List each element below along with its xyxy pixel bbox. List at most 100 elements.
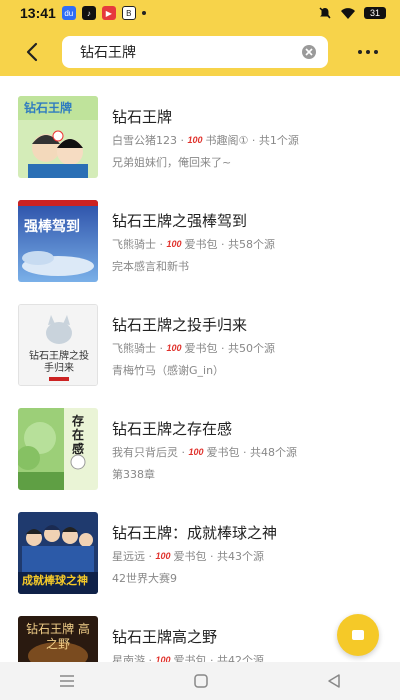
latest-chapter: 完本感言和新书 [112,260,189,273]
book-cover[interactable]: 钻石王牌 [18,96,98,178]
cover-title: 成就棒球之神 [22,574,88,587]
notification-dot-icon [141,11,146,15]
baidu-app-icon: du [61,6,76,20]
latest-chapter: 青梅竹马（感谢G_in） [112,364,225,377]
close-icon [305,48,313,56]
meta-separator: · [239,445,250,459]
list-item[interactable]: 强棒驾到 钻石王牌之强棒驾到 飞熊骑士 · 100 爱书包 · 共58个源 完本… [0,180,400,284]
bilibili-app-icon: B [121,6,136,20]
book-meta: 我有只背后灵 · 100 爱书包 · 共48个源 [112,444,297,460]
latest-chapter: 兄弟姐妹们，俺回来了~ [112,156,232,169]
app-header: 13:41 du ♪ ▶ B 31 [0,0,400,76]
search-box [62,36,328,68]
sky-cover-icon [18,200,98,282]
source-icon: 100 [188,446,204,457]
meta-separator: · [177,133,188,147]
status-bar: 13:41 du ♪ ▶ B 31 [0,0,400,26]
battery-level: 31 [369,8,380,18]
search-input[interactable] [80,44,302,60]
more-dot-icon [374,50,378,54]
source-count: 共42个源 [217,654,264,662]
source-icon: 100 [166,342,182,353]
book-cover[interactable]: 成就棒球之神 [18,512,98,594]
source-count: 共1个源 [258,134,299,147]
status-time: 13:41 [20,5,56,21]
book-cover[interactable]: 强棒驾到 [18,200,98,282]
mute-icon [319,7,331,19]
book-title: 钻石王牌 [112,108,173,126]
book-meta: 星南游 · 100 爱书包 · 共42个源 [112,652,264,663]
book-author: 飞熊骑士 [112,342,156,355]
menu-icon[interactable] [58,674,76,688]
cover-title: 钻石王牌 高之野 [26,622,90,651]
list-item[interactable]: 钻石王牌之投手归来 钻石王牌之投手归来 飞熊骑士 · 100 爱书包 · 共50… [0,284,400,388]
latest-chapter: 第338章 [112,468,155,481]
book-title: 钻石王牌之存在感 [112,420,233,438]
meta-separator: · [248,133,259,147]
meta-separator: · [178,445,189,459]
cover-title: 钻石王牌 [24,101,73,115]
source-icon: 100 [155,654,171,663]
book-source: 爱书包 [173,654,207,662]
clear-search-button[interactable] [302,45,316,59]
book-cover[interactable]: 钻石王牌之投手归来 [18,304,98,386]
book-title: 钻石王牌：成就棒球之神 [112,524,278,542]
book-author: 白雪公猪123 [112,134,177,147]
tiktok-app-icon: ♪ [81,6,96,20]
back-button[interactable] [18,38,46,66]
book-cover[interactable]: 钻石王牌 高之野 [18,616,98,662]
book-author: 星南游 [112,654,145,662]
source-count: 共43个源 [217,550,264,563]
book-title: 钻石王牌高之野 [112,628,218,646]
more-options-button[interactable] [350,40,386,64]
more-dot-icon [358,50,362,54]
video-app-icon: ▶ [101,6,116,20]
list-item[interactable]: 存在感 钻石王牌之存在感 我有只背后灵 · 100 爱书包 · 共48个源 第3… [0,388,400,492]
book-author: 我有只背后灵 [112,446,178,459]
wifi-icon [341,7,355,19]
meta-separator: · [217,237,228,251]
status-left: 13:41 du ♪ ▶ B [20,5,146,21]
book-meta: 飞熊骑士 · 100 爱书包 · 共50个源 [112,340,275,356]
book-cover[interactable]: 存在感 [18,408,98,490]
list-item[interactable]: 成就棒球之神 钻石王牌：成就棒球之神 星远远 · 100 爱书包 · 共43个源… [0,492,400,596]
back-nav-icon[interactable] [326,673,342,689]
back-arrow-icon [26,42,38,62]
source-icon: 100 [166,238,182,249]
cover-title: 存在感 [72,414,85,456]
book-source: 爱书包 [184,342,218,355]
source-count: 共58个源 [228,238,275,251]
search-results-list: 钻石王牌 钻石王牌 白雪公猪123 · 100 书趣阁① · 共1个源 兄弟姐妹… [0,76,400,662]
book-source: 爱书包 [206,446,240,459]
book-source: 爱书包 [173,550,207,563]
source-icon: 100 [187,134,203,145]
book-meta: 白雪公猪123 · 100 书趣阁① · 共1个源 [112,132,299,148]
book-title: 钻石王牌之强棒驾到 [112,212,248,230]
home-icon[interactable] [193,673,209,689]
list-item[interactable]: 钻石王牌 钻石王牌 白雪公猪123 · 100 书趣阁① · 共1个源 兄弟姐妹… [0,76,400,180]
meta-separator: · [145,653,156,663]
more-dot-icon [366,50,370,54]
book-author: 星远远 [112,550,145,563]
source-icon: 100 [155,550,171,561]
stop-icon [352,630,364,640]
green-cover-icon [18,408,98,490]
meta-separator: · [206,549,217,563]
battery-icon: 31 [364,7,386,19]
system-nav-bar [0,662,400,700]
book-source: 书趣阁① [205,134,249,147]
search-toolbar [0,34,400,70]
meta-separator: · [156,341,167,355]
meta-separator: · [217,341,228,355]
cover-title: 强棒驾到 [24,219,80,235]
latest-chapter: 42世界大赛9 [112,572,177,585]
source-count: 共50个源 [228,342,275,355]
status-right: 31 [318,6,386,20]
source-count: 共48个源 [250,446,297,459]
meta-separator: · [206,653,217,663]
book-title: 钻石王牌之投手归来 [112,316,248,334]
book-author: 飞熊骑士 [112,238,156,251]
floating-action-button[interactable] [337,614,379,656]
book-source: 爱书包 [184,238,218,251]
meta-separator: · [156,237,167,251]
